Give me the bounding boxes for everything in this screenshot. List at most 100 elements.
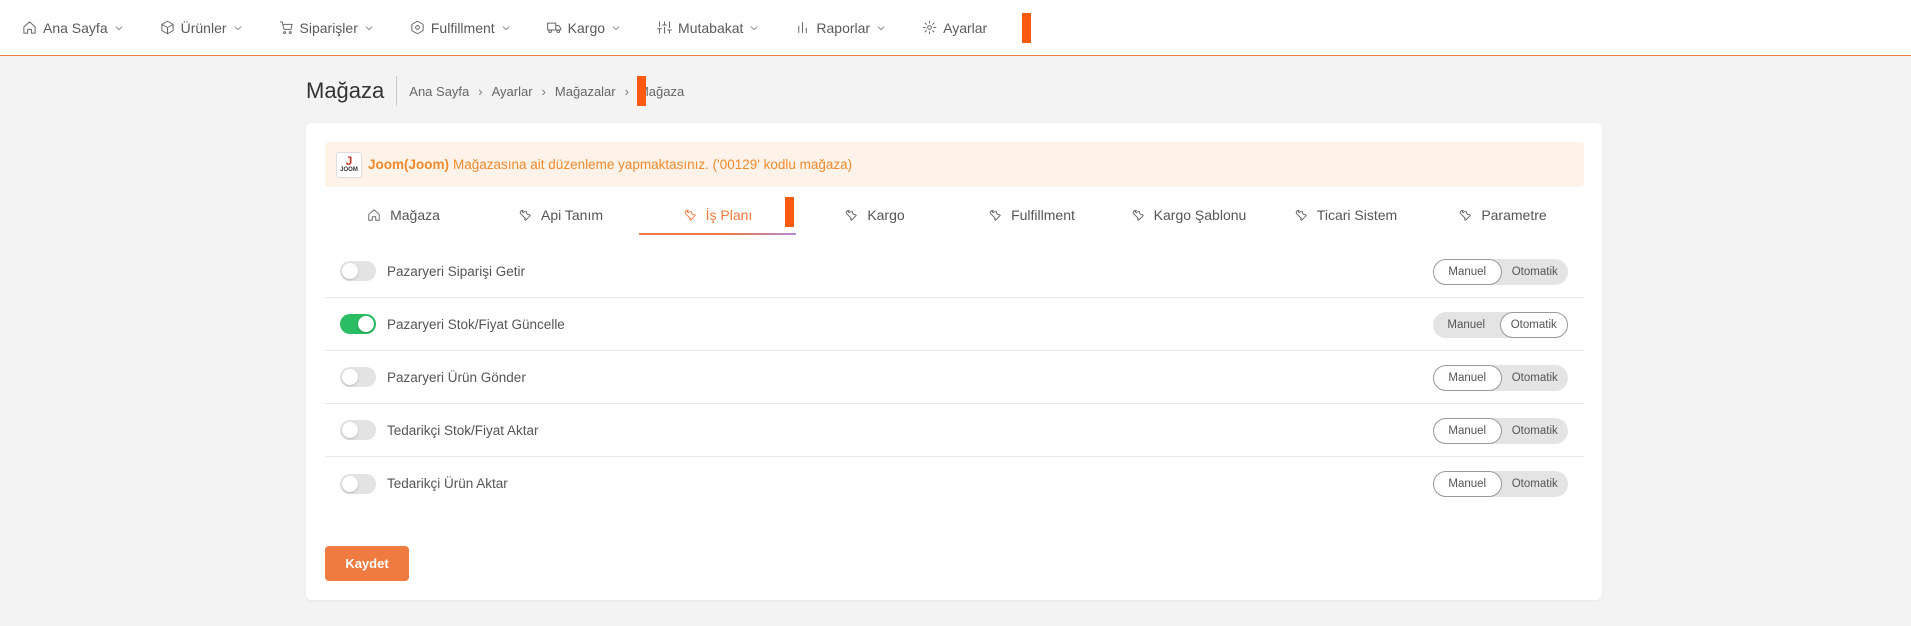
nav-home-label: Ana Sayfa xyxy=(43,19,108,36)
job-toggle[interactable] xyxy=(340,473,376,494)
tab-parameter-label: Parametre xyxy=(1481,207,1547,223)
mode-selector[interactable]: Manuel Otomatik xyxy=(1433,259,1568,285)
wrench-icon xyxy=(1132,210,1144,221)
mode-auto-option[interactable]: Otomatik xyxy=(1502,259,1569,285)
job-toggle[interactable] xyxy=(340,314,376,334)
save-button[interactable]: Kaydet xyxy=(325,546,409,581)
tab-shipping[interactable]: Kargo xyxy=(796,195,953,235)
job-label: Pazaryeri Stok/Fiyat Güncelle xyxy=(387,316,565,332)
nav-settings-label: Ayarlar xyxy=(943,19,988,36)
job-label: Pazaryeri Ürün Gönder xyxy=(387,369,526,385)
truck-icon xyxy=(546,22,561,33)
joom-logo: J JOOM xyxy=(336,151,362,178)
tab-fulfillment[interactable]: Fulfillment xyxy=(953,195,1110,235)
job-row: Pazaryeri Ürün Gönder Manuel Otomatik xyxy=(325,351,1584,404)
job-toggle[interactable] xyxy=(340,367,376,387)
chevron-right-icon: › xyxy=(541,83,546,99)
nav-shipping-label: Kargo xyxy=(567,19,606,36)
joom-logo-letter: J xyxy=(345,153,353,168)
tab-store[interactable]: Mağaza xyxy=(325,195,482,235)
store-name: Joom(Joom) xyxy=(368,157,449,172)
mode-auto-option[interactable]: Otomatik xyxy=(1499,312,1568,338)
nav-reconciliation[interactable]: Mutabakat xyxy=(657,0,759,56)
cart-icon xyxy=(279,21,293,34)
nav-settings[interactable]: Ayarlar xyxy=(922,0,987,56)
job-row: Tedarikçi Ürün Aktar Manuel Otomatik xyxy=(325,457,1584,510)
wrench-icon xyxy=(846,210,858,221)
tab-shipping-label: Kargo xyxy=(867,207,905,223)
box-icon xyxy=(160,20,174,35)
nav-products-label: Ürünler xyxy=(180,19,227,36)
tab-shipping-template[interactable]: Kargo Şablonu xyxy=(1110,195,1267,235)
tab-commercial-system[interactable]: Ticari Sistem xyxy=(1267,195,1424,235)
highlight-marker xyxy=(1022,13,1031,43)
nav-orders[interactable]: Siparişler xyxy=(279,0,374,56)
job-toggle[interactable] xyxy=(340,261,376,281)
tab-job-plan[interactable]: İş Planı xyxy=(639,195,796,235)
breadcrumb-stores[interactable]: Mağazalar xyxy=(555,84,616,99)
nav-reports[interactable]: Raporlar xyxy=(795,0,886,56)
nav-home[interactable]: Ana Sayfa xyxy=(22,0,124,56)
wrench-icon xyxy=(684,210,696,221)
job-toggle[interactable] xyxy=(340,420,376,440)
page-title: Mağaza xyxy=(306,76,398,106)
tab-job-plan-label: İş Planı xyxy=(705,207,753,223)
nav-reconciliation-label: Mutabakat xyxy=(678,19,744,36)
breadcrumb-home[interactable]: Ana Sayfa xyxy=(409,84,469,99)
mode-manual-option[interactable]: Manuel xyxy=(1433,259,1502,285)
store-info-alert: J JOOM Joom(Joom) Mağazasına ait düzenle… xyxy=(325,142,1584,187)
settings-tabs: Mağaza Api Tanım İş Planı Kargo Fulfillm… xyxy=(325,195,1584,235)
mode-auto-option[interactable]: Otomatik xyxy=(1502,471,1569,497)
chevron-down-icon xyxy=(612,25,620,30)
mode-manual-option[interactable]: Manuel xyxy=(1433,418,1502,444)
mode-selector[interactable]: Manuel Otomatik xyxy=(1433,312,1568,338)
chevron-down-icon xyxy=(877,25,885,30)
bar-chart-icon xyxy=(798,22,808,33)
store-settings-card: J JOOM Joom(Joom) Mağazasına ait düzenle… xyxy=(306,123,1602,600)
home-icon xyxy=(23,21,36,34)
chevron-down-icon xyxy=(502,25,509,30)
nav-orders-label: Siparişler xyxy=(299,19,358,36)
tab-api[interactable]: Api Tanım xyxy=(482,195,639,235)
tab-store-label: Mağaza xyxy=(390,207,440,223)
mode-auto-option[interactable]: Otomatik xyxy=(1502,365,1569,391)
job-label: Pazaryeri Siparişi Getir xyxy=(387,263,526,279)
mode-auto-option[interactable]: Otomatik xyxy=(1502,418,1569,444)
nav-fulfillment[interactable]: Fulfillment xyxy=(410,0,511,56)
mode-manual-option[interactable]: Manuel xyxy=(1433,312,1500,338)
breadcrumb-settings[interactable]: Ayarlar xyxy=(492,84,533,99)
chevron-down-icon xyxy=(234,25,241,30)
chevron-right-icon: › xyxy=(624,83,629,99)
job-label: Tedarikçi Stok/Fiyat Aktar xyxy=(387,422,539,438)
job-row: Tedarikçi Stok/Fiyat Aktar Manuel Otomat… xyxy=(325,404,1584,457)
top-navbar: Ana Sayfa Ürünler Siparişler Fulfillment… xyxy=(0,0,1911,56)
tab-fulfillment-label: Fulfillment xyxy=(1011,207,1075,223)
chevron-down-icon xyxy=(365,25,373,30)
mode-selector[interactable]: Manuel Otomatik xyxy=(1433,418,1568,444)
home-icon xyxy=(368,209,380,221)
chevron-down-icon xyxy=(115,25,122,30)
gear-icon xyxy=(922,20,937,35)
tab-parameter[interactable]: Parametre xyxy=(1424,195,1581,235)
mode-selector[interactable]: Manuel Otomatik xyxy=(1433,365,1568,391)
nav-products[interactable]: Ürünler xyxy=(160,0,243,56)
sliders-icon xyxy=(657,21,672,34)
nav-shipping[interactable]: Kargo xyxy=(546,0,621,56)
mode-manual-option[interactable]: Manuel xyxy=(1433,365,1502,391)
joom-logo-text: JOOM xyxy=(340,166,358,173)
nav-fulfillment-label: Fulfillment xyxy=(430,19,495,36)
wrench-icon xyxy=(1295,210,1307,221)
mode-selector[interactable]: Manuel Otomatik xyxy=(1433,471,1568,497)
alert-message: Mağazasına ait düzenleme yapmaktasınız. … xyxy=(453,157,853,172)
mode-manual-option[interactable]: Manuel xyxy=(1433,471,1502,497)
highlight-marker xyxy=(637,76,646,106)
job-label: Tedarikçi Ürün Aktar xyxy=(387,476,508,491)
wrench-icon xyxy=(989,210,1001,221)
page-header: Mağaza Ana Sayfa › Ayarlar › Mağazalar ›… xyxy=(306,76,684,106)
job-row: Pazaryeri Stok/Fiyat Güncelle Manuel Oto… xyxy=(325,298,1584,351)
wrench-icon xyxy=(1460,210,1472,221)
job-plan-list: Pazaryeri Siparişi Getir Manuel Otomatik… xyxy=(325,245,1584,510)
highlight-marker xyxy=(785,197,794,227)
tab-api-label: Api Tanım xyxy=(541,207,603,223)
job-row: Pazaryeri Siparişi Getir Manuel Otomatik xyxy=(325,245,1584,298)
